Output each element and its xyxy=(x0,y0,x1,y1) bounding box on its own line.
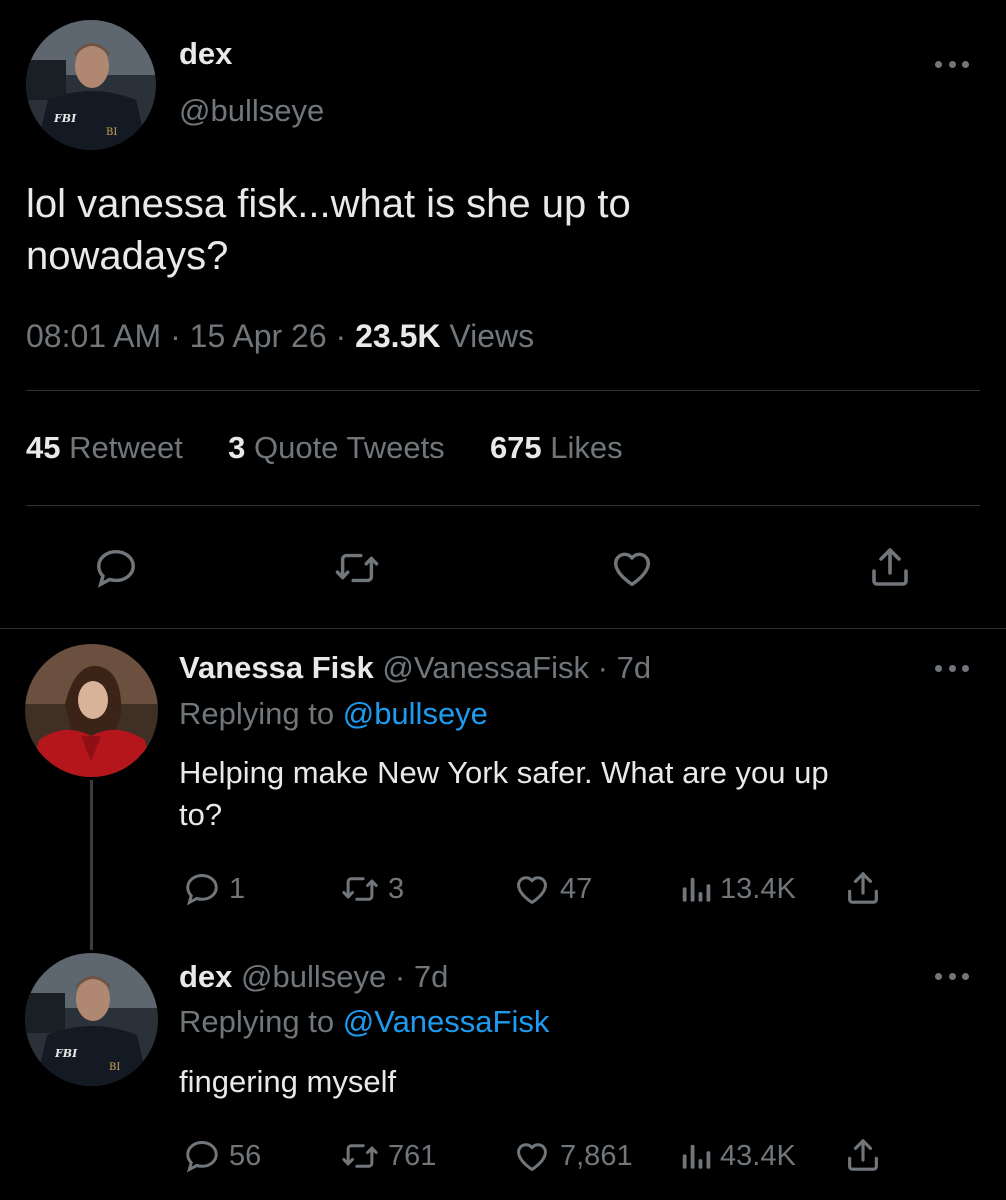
replying-to: Replying to @bullseye xyxy=(179,696,488,732)
author-name[interactable]: Vanessa Fisk xyxy=(179,650,374,685)
views-count: 23.5K xyxy=(355,318,441,354)
views-button[interactable]: 43.4K xyxy=(678,1137,796,1175)
speech-bubble-icon xyxy=(186,1141,218,1173)
retweet-count: 3 xyxy=(388,872,405,905)
tweet-text-line: nowadays? xyxy=(26,234,229,278)
bar-chart-icon xyxy=(682,877,711,902)
speech-bubble-icon xyxy=(186,874,218,906)
retweet-button[interactable] xyxy=(333,545,381,596)
author-name[interactable]: dex xyxy=(179,36,232,72)
quote-count: 3 xyxy=(228,430,246,465)
svg-text:BI: BI xyxy=(106,127,117,138)
separator: · xyxy=(170,318,190,354)
likes-stat[interactable]: 675 Likes xyxy=(490,430,623,465)
share-button[interactable] xyxy=(843,868,883,908)
share-upload-icon xyxy=(872,548,908,586)
more-dots-icon xyxy=(935,972,942,980)
share-button[interactable] xyxy=(866,543,914,596)
replying-to: Replying to @VanessaFisk xyxy=(179,1004,549,1040)
divider xyxy=(0,628,1006,629)
share-button[interactable] xyxy=(843,1135,883,1175)
heart-icon xyxy=(613,552,651,587)
retweet-count: 45 xyxy=(26,430,61,465)
author-handle[interactable]: @bullseye xyxy=(179,93,324,129)
tweet-text: Helping make New York safer. What are yo… xyxy=(179,752,829,836)
mention-link[interactable]: @VanessaFisk xyxy=(343,1004,550,1039)
tweet-age: 7d xyxy=(616,650,652,685)
heart-icon xyxy=(517,1143,547,1171)
like-button[interactable] xyxy=(608,545,656,596)
bar-chart-icon xyxy=(682,1144,711,1169)
views-label: Views xyxy=(449,318,535,354)
tweet-stats: 45 Retweet 3 Quote Tweets 675 Likes xyxy=(26,430,623,466)
divider xyxy=(26,390,980,391)
more-dots-icon xyxy=(935,664,942,672)
svg-text:FBI: FBI xyxy=(54,1047,78,1060)
avatar[interactable]: FBI BI xyxy=(26,20,156,150)
tweet-text-line: to? xyxy=(179,797,223,832)
tweet-text-line: lol vanessa fisk...what is she up to xyxy=(26,182,631,226)
like-count: 47 xyxy=(560,872,593,905)
more-options-button[interactable] xyxy=(935,59,969,69)
svg-text:FBI: FBI xyxy=(53,112,77,125)
share-upload-icon xyxy=(848,1139,878,1171)
reply-button[interactable] xyxy=(93,545,139,596)
reply-button[interactable]: 56 xyxy=(183,1137,261,1175)
likes-label: Likes xyxy=(550,430,623,465)
avatar[interactable]: FBI BI xyxy=(25,953,158,1086)
author-handle[interactable]: @VanessaFisk xyxy=(382,650,589,685)
views-count: 13.4K xyxy=(720,872,796,905)
reply-count: 1 xyxy=(229,872,246,905)
tweet-text-line: Helping make New York safer. What are yo… xyxy=(179,755,829,790)
tweet-text: lol vanessa fisk...what is she up to now… xyxy=(26,178,631,282)
views-count: 43.4K xyxy=(720,1139,796,1172)
divider xyxy=(26,505,980,506)
thread-connector-line xyxy=(90,780,93,950)
separator: · xyxy=(597,650,608,685)
quote-stat[interactable]: 3 Quote Tweets xyxy=(228,430,445,465)
like-count: 7,861 xyxy=(560,1139,633,1172)
reply-button[interactable]: 1 xyxy=(183,870,245,908)
tweet-meta: 08:01 AM · 15 Apr 26 · 23.5K Views xyxy=(26,318,534,355)
more-dots-icon xyxy=(935,60,942,68)
retweet-stat[interactable]: 45 Retweet xyxy=(26,430,183,465)
retweet-arrows-icon xyxy=(342,1144,378,1168)
author-name[interactable]: dex xyxy=(179,959,232,994)
author-handle[interactable]: @bullseye xyxy=(241,959,386,994)
separator: · xyxy=(394,959,406,994)
tweet-thread: FBI BI dex @bullseye lol vanessa fisk...… xyxy=(0,0,1006,1200)
quote-label: Quote Tweets xyxy=(253,430,445,465)
tweet-age: 7d xyxy=(413,959,449,994)
more-options-button[interactable] xyxy=(935,663,969,673)
avatar[interactable] xyxy=(25,644,158,777)
likes-count: 675 xyxy=(489,430,542,465)
replying-prefix: Replying to xyxy=(179,696,335,731)
svg-text:BI: BI xyxy=(109,1062,120,1073)
retweet-count: 761 xyxy=(388,1139,437,1172)
share-upload-icon xyxy=(848,872,878,904)
retweet-button[interactable]: 3 xyxy=(340,870,404,908)
tweet-time: 08:01 AM xyxy=(26,318,162,354)
heart-icon xyxy=(517,876,547,904)
tweet-text: fingering myself xyxy=(179,1064,397,1099)
speech-bubble-icon xyxy=(97,549,135,588)
mention-link[interactable]: @bullseye xyxy=(343,696,488,731)
separator: · xyxy=(335,318,356,354)
more-options-button[interactable] xyxy=(935,971,969,981)
like-button[interactable]: 7,861 xyxy=(512,1137,633,1175)
views-button[interactable]: 13.4K xyxy=(678,870,796,908)
retweet-button[interactable]: 761 xyxy=(340,1137,436,1175)
reply-header: Vanessa Fisk @VanessaFisk · 7d xyxy=(179,650,651,686)
retweet-arrows-icon xyxy=(335,553,379,583)
like-button[interactable]: 47 xyxy=(512,870,592,908)
retweet-label: Retweet xyxy=(69,430,183,465)
retweet-arrows-icon xyxy=(342,877,378,901)
tweet-date: 15 Apr 26 xyxy=(189,318,327,354)
reply-header: dex @bullseye · 7d xyxy=(179,959,448,995)
reply-count: 56 xyxy=(229,1139,262,1172)
replying-prefix: Replying to xyxy=(179,1004,335,1039)
